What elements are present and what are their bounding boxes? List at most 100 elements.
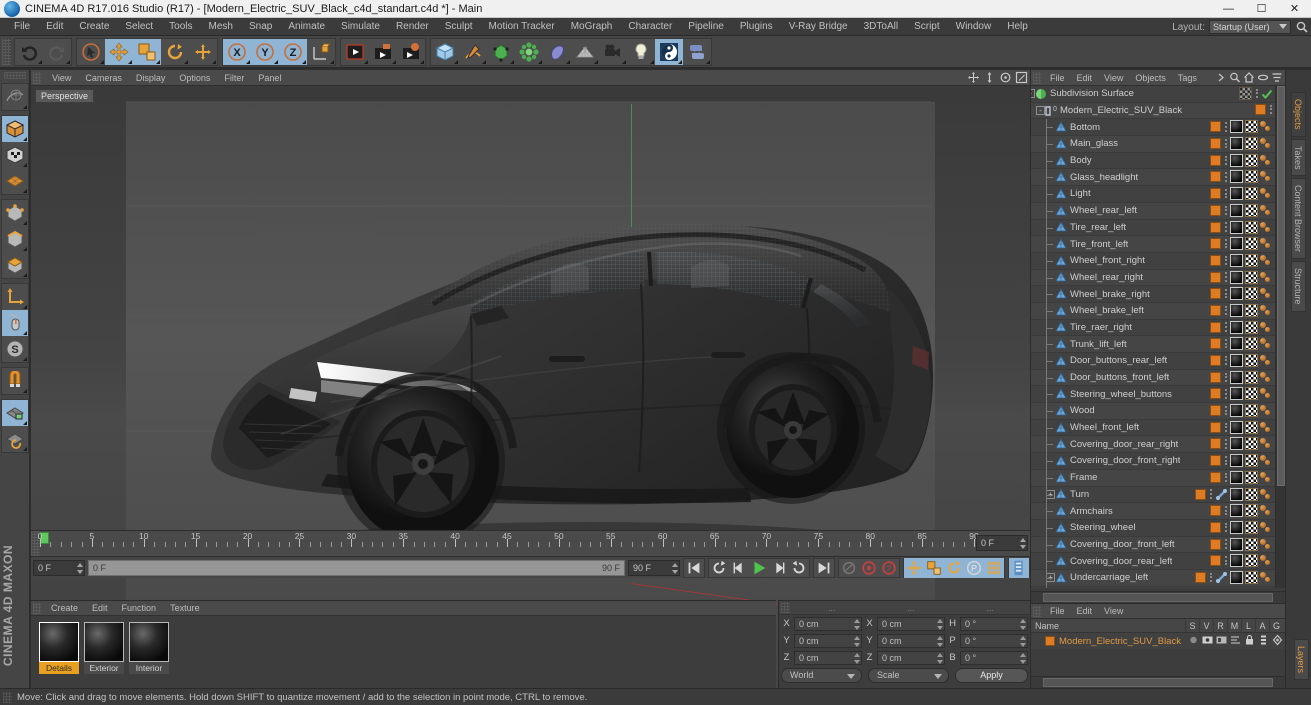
- vray-icon[interactable]: [655, 38, 683, 65]
- texture-mode-icon[interactable]: [2, 142, 28, 168]
- tag-dots[interactable]: [1223, 255, 1228, 266]
- material-thumbnail[interactable]: [129, 622, 169, 662]
- tag-phong[interactable]: [1260, 287, 1273, 300]
- layer-manager-grip[interactable]: [1033, 605, 1041, 617]
- tag-phong[interactable]: [1260, 221, 1273, 234]
- tag-uvw[interactable]: [1245, 370, 1258, 384]
- object-row[interactable]: Tire_front_left: [1031, 236, 1275, 254]
- play-icon[interactable]: [749, 558, 769, 578]
- tag-dots[interactable]: [1223, 422, 1228, 433]
- tag-phong[interactable]: [1260, 404, 1273, 417]
- object-row[interactable]: -Subdivision Surface: [1031, 86, 1275, 103]
- cube-primitive-icon[interactable]: [431, 39, 459, 65]
- tag-object-color[interactable]: [1210, 471, 1221, 483]
- layer-menu-file[interactable]: File: [1044, 605, 1071, 617]
- tag-phong[interactable]: [1260, 538, 1273, 551]
- object-row[interactable]: Trunk_lift_left: [1031, 336, 1275, 354]
- record-pla-icon[interactable]: [984, 557, 1004, 578]
- object-row[interactable]: Door_buttons_front_left: [1031, 369, 1275, 387]
- object-row[interactable]: Wheel_brake_left: [1031, 302, 1275, 320]
- tag-material[interactable]: [1230, 287, 1243, 301]
- layer-color-swatch[interactable]: [1045, 636, 1055, 646]
- spinner-icon[interactable]: [77, 562, 83, 574]
- menu-item-animate[interactable]: Animate: [280, 19, 333, 34]
- step-forward-icon[interactable]: [769, 558, 789, 578]
- layer-column-r[interactable]: R: [1213, 619, 1227, 633]
- apply-button[interactable]: Apply: [955, 667, 1028, 683]
- tag-object-color[interactable]: [1210, 521, 1221, 533]
- hscrollbar-thumb[interactable]: [1043, 593, 1273, 602]
- tag-object-color[interactable]: [1210, 188, 1221, 200]
- car-model-modern-electric-suv[interactable]: [171, 156, 961, 576]
- tag-phong[interactable]: [1260, 337, 1273, 350]
- tag-phong[interactable]: [1260, 371, 1273, 384]
- layer-render-icon[interactable]: [1216, 634, 1227, 646]
- tag-uvw[interactable]: [1245, 354, 1258, 367]
- keyframe-help-icon[interactable]: ?: [879, 558, 899, 578]
- tag-phong[interactable]: [1260, 437, 1273, 450]
- tag-uvw[interactable]: [1245, 287, 1258, 301]
- layer-lock-icon[interactable]: [1244, 634, 1255, 646]
- coordinate-system-dropdown[interactable]: World: [781, 667, 862, 683]
- tag-dots[interactable]: [1223, 555, 1228, 566]
- layer-visible-icon[interactable]: [1202, 634, 1213, 646]
- tag-bone[interactable]: [1215, 488, 1228, 501]
- spinner-icon[interactable]: [1020, 652, 1026, 664]
- menu-item-script[interactable]: Script: [906, 19, 948, 34]
- object-row[interactable]: Body: [1031, 152, 1275, 170]
- tab-content-browser[interactable]: Content Browser: [1291, 178, 1306, 260]
- material-thumbnail[interactable]: [84, 622, 124, 662]
- menu-item-file[interactable]: File: [6, 19, 38, 34]
- tag-dots[interactable]: [1223, 305, 1228, 316]
- tag-uvw[interactable]: [1245, 554, 1258, 568]
- axis-x-icon[interactable]: X: [223, 38, 251, 65]
- tag-material[interactable]: [1230, 320, 1243, 334]
- tag-object-color[interactable]: [1210, 321, 1221, 333]
- tag-material[interactable]: [1230, 537, 1243, 551]
- tag-phong[interactable]: [1260, 154, 1273, 167]
- tag-object-color[interactable]: [1210, 138, 1221, 150]
- record-param-icon[interactable]: P: [964, 557, 984, 578]
- timeline-range-slider[interactable]: 0 F 90 F: [88, 559, 625, 576]
- tag-material[interactable]: [1230, 270, 1243, 284]
- undo-icon[interactable]: [15, 39, 43, 65]
- axis-y-icon[interactable]: Y: [251, 38, 279, 65]
- tag-dots[interactable]: [1223, 355, 1228, 366]
- tag-material[interactable]: [1230, 170, 1243, 184]
- object-row[interactable]: Armchairs: [1031, 503, 1275, 521]
- layer-column-s[interactable]: S: [1185, 619, 1199, 633]
- camera-icon[interactable]: [599, 39, 627, 65]
- tag-object-color[interactable]: [1210, 271, 1221, 283]
- timeline-left-frame-field[interactable]: 0 F: [33, 559, 85, 576]
- spinner-icon[interactable]: [854, 652, 860, 664]
- tag-object-color[interactable]: [1210, 254, 1221, 266]
- material-item[interactable]: Exterior: [84, 622, 124, 674]
- tag-dots[interactable]: [1223, 539, 1228, 550]
- material-thumbnail[interactable]: [39, 622, 79, 662]
- tag-material[interactable]: [1230, 404, 1243, 418]
- tag-uvw[interactable]: [1245, 570, 1258, 584]
- menu-item-pipeline[interactable]: Pipeline: [680, 19, 732, 34]
- object-row[interactable]: Wheel_rear_left: [1031, 202, 1275, 220]
- tag-uvw[interactable]: [1245, 420, 1258, 434]
- tab-layers[interactable]: Layers: [1294, 638, 1309, 680]
- make-editable-icon[interactable]: [2, 84, 28, 110]
- minimize-button[interactable]: —: [1212, 0, 1245, 18]
- material-manager-grip[interactable]: [33, 602, 41, 614]
- workplane-lock-icon[interactable]: [1, 400, 28, 426]
- soft-selection-icon[interactable]: S: [2, 336, 28, 362]
- tag-phong[interactable]: [1260, 170, 1273, 183]
- layer-manager-icon[interactable]: [1230, 634, 1241, 646]
- tag-phong[interactable]: [1260, 321, 1273, 334]
- object-tree-hscrollbar[interactable]: [1031, 591, 1285, 603]
- object-row[interactable]: Wood: [1031, 403, 1275, 421]
- material-menu-texture[interactable]: Texture: [163, 602, 207, 614]
- coord-rot-h-field[interactable]: 0 °: [960, 616, 1028, 631]
- layer-menu-edit[interactable]: Edit: [1071, 605, 1099, 617]
- tab-objects[interactable]: Objects: [1291, 92, 1306, 137]
- tag-material[interactable]: [1230, 487, 1243, 501]
- tag-uvw[interactable]: [1245, 303, 1258, 317]
- coord-size-z-field[interactable]: 0 cm: [877, 650, 945, 665]
- tag-dots[interactable]: [1223, 171, 1228, 182]
- maximize-button[interactable]: ☐: [1245, 0, 1278, 18]
